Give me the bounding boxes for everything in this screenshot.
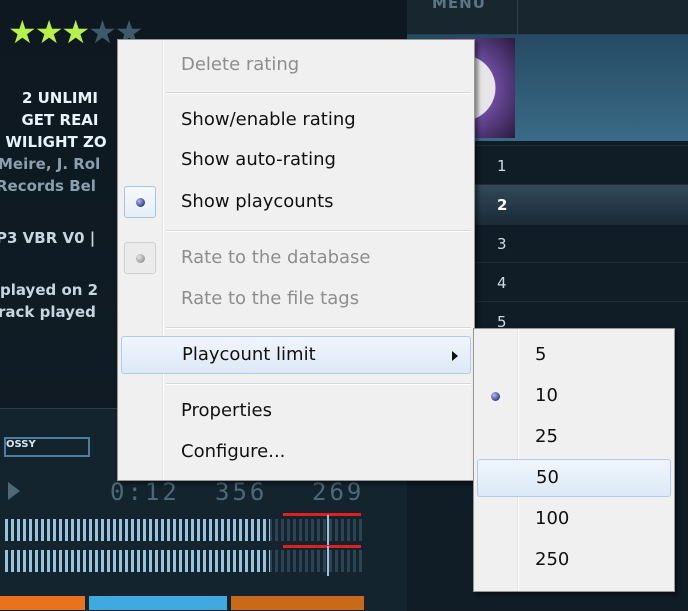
playcount-limit-submenu: 5 10 25 50 100 250 — [473, 328, 675, 592]
checked-indicator — [124, 242, 156, 274]
menu-separator — [166, 92, 471, 94]
submenu-item-label: 100 — [535, 508, 570, 529]
meter-dim-area — [270, 550, 365, 572]
lcd-time: 0:12 — [110, 478, 180, 506]
rating-stars-filled: ★★★ — [8, 13, 90, 51]
track-format: P3 VBR V0 | — [0, 229, 96, 247]
radio-bullet-icon — [491, 392, 500, 401]
menu-label[interactable]: MENU — [432, 0, 486, 12]
playlist-row-number: 4 — [497, 274, 507, 292]
menu-item-label: Playcount limit — [182, 344, 316, 365]
track-title-line-3: WILIGHT ZO — [5, 133, 107, 151]
color-button-blue[interactable] — [89, 596, 227, 610]
peak-indicator-left — [283, 513, 361, 516]
menu-item-properties[interactable]: Properties — [121, 392, 471, 430]
track-title-line-1: 2 UNLIMI — [21, 89, 99, 107]
radio-bullet-icon — [136, 198, 145, 207]
submenu-item-25[interactable]: 25 — [477, 418, 671, 456]
color-button-brown[interactable] — [231, 596, 364, 610]
menu-item-label: Delete rating — [181, 54, 300, 75]
rating-context-menu: Delete rating Show/enable rating Show au… — [117, 39, 475, 481]
peak-indicator-right — [283, 545, 361, 548]
menu-item-configure[interactable]: Configure... — [121, 433, 471, 471]
lcd-length: 269 — [312, 478, 365, 506]
menu-item-label: Rate to the file tags — [181, 288, 360, 309]
menu-separator — [166, 230, 471, 232]
menu-item-label: Show auto-rating — [181, 149, 336, 170]
submenu-item-250[interactable]: 250 — [477, 541, 671, 579]
menu-item-show-playcounts[interactable]: Show playcounts — [121, 183, 471, 221]
menu-separator — [166, 383, 471, 385]
track-label: Records Bel — [0, 177, 96, 195]
lcd-bitrate: 356 — [215, 478, 268, 506]
menu-item-show-enable-rating[interactable]: Show/enable rating — [121, 101, 471, 139]
menu-item-rate-to-database[interactable]: Rate to the database — [121, 239, 471, 277]
menu-item-label: Show/enable rating — [181, 109, 356, 130]
track-title-line-2: GET REAI — [21, 111, 99, 129]
submenu-arrow-icon — [452, 351, 458, 361]
checked-indicator — [124, 186, 156, 218]
menu-item-delete-rating[interactable]: Delete rating — [121, 46, 471, 84]
submenu-item-10[interactable]: 10 — [477, 377, 671, 415]
playlist-row-number: 3 — [497, 235, 507, 253]
submenu-item-label: 10 — [535, 385, 558, 406]
track-artist: Meire, J. Rol — [0, 155, 101, 173]
submenu-item-label: 250 — [535, 549, 570, 570]
submenu-item-label: 50 — [536, 467, 559, 488]
color-button-orange[interactable] — [0, 596, 85, 610]
menu-item-label: Show playcounts — [181, 191, 334, 212]
playlist-row-number: 2 — [497, 196, 508, 214]
level-meter-left — [5, 515, 365, 545]
playlist-menu-bar[interactable]: MENU — [407, 0, 688, 35]
menu-item-show-auto-rating[interactable]: Show auto-rating — [121, 141, 471, 179]
menu-item-label: Properties — [181, 400, 272, 421]
submenu-item-50[interactable]: 50 — [477, 459, 671, 497]
level-meter-right — [5, 546, 365, 576]
menu-item-label: Rate to the database — [181, 247, 371, 268]
play-icon[interactable] — [8, 482, 20, 500]
playlist-row-number: 1 — [497, 157, 507, 175]
menu-bar-divider — [517, 0, 518, 34]
submenu-item-5[interactable]: 5 — [477, 336, 671, 374]
skin-label: OSSY — [4, 437, 90, 457]
submenu-item-label: 5 — [535, 344, 547, 365]
menu-item-label: Configure... — [181, 441, 286, 462]
menu-item-playcount-limit[interactable]: Playcount limit — [121, 336, 471, 374]
submenu-item-100[interactable]: 100 — [477, 500, 671, 538]
track-played-on: played on 2 — [0, 281, 99, 299]
meter-cursor — [327, 515, 329, 545]
menu-item-rate-to-file-tags[interactable]: Rate to the file tags — [121, 280, 471, 318]
meter-cursor — [327, 546, 329, 576]
radio-bullet-icon — [136, 254, 145, 263]
submenu-item-label: 25 — [535, 426, 558, 447]
track-play-count: rack played — [0, 303, 96, 321]
meter-dim-area — [270, 519, 365, 541]
menu-separator — [166, 327, 471, 329]
